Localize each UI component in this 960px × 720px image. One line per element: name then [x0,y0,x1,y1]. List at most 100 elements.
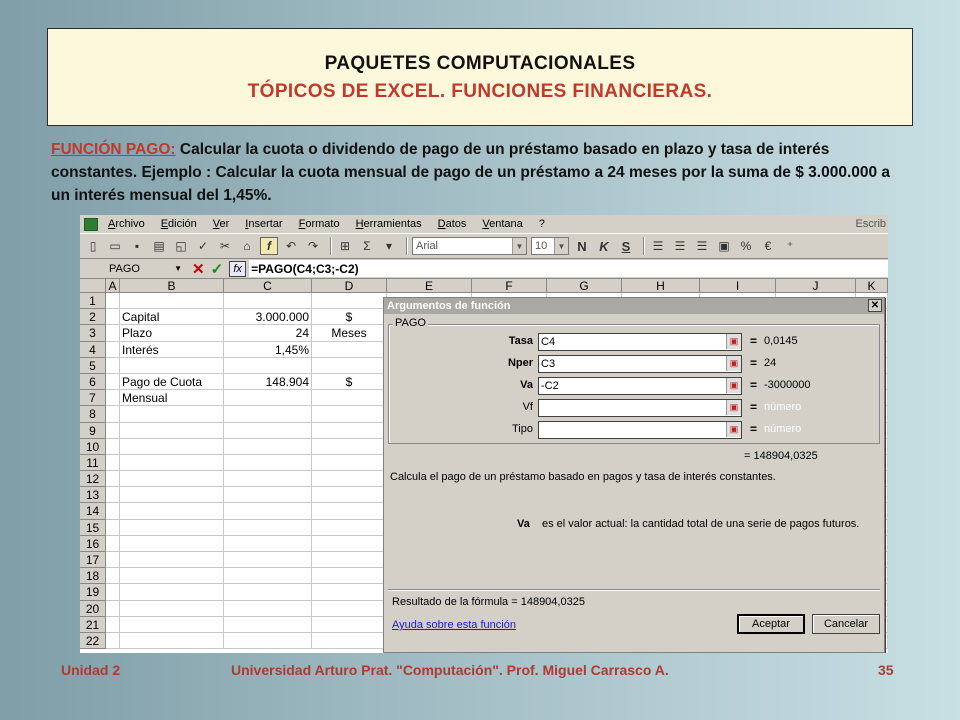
row-header[interactable]: 7 [80,390,106,407]
column-header[interactable]: B [120,279,224,293]
cell-c21[interactable] [224,616,312,633]
cell-b18[interactable] [120,568,224,585]
nper-input[interactable]: C3 [538,355,742,373]
cell-a21[interactable] [106,616,120,633]
column-header[interactable]: K [856,279,888,293]
menu-ver[interactable]: Ver [213,218,230,230]
row-header[interactable]: 12 [80,471,106,488]
range-picker-icon[interactable]: ▣ [726,334,741,349]
cell-a19[interactable] [106,584,120,601]
sort-icon[interactable]: ▾ [380,237,398,255]
cell-c10[interactable] [224,438,312,455]
format-painter-icon[interactable]: ⌂ [238,237,256,255]
cell-d7[interactable] [312,390,387,407]
help-link[interactable]: Ayuda sobre esta función [392,619,516,631]
cancel-button[interactable]: Cancelar [812,614,880,634]
cell-b21[interactable] [120,616,224,633]
menu-formato[interactable]: Formato [299,218,340,230]
percent-icon[interactable]: % [737,237,755,255]
cell-c20[interactable] [224,600,312,617]
cell-b7[interactable]: Mensual [120,390,224,407]
cell-d4[interactable] [312,341,387,358]
range-picker-icon[interactable]: ▣ [726,356,741,371]
row-header[interactable]: 16 [80,535,106,552]
cell-b15[interactable] [120,519,224,536]
menu-ventana[interactable]: Ventana [482,218,522,230]
chevron-down-icon[interactable]: ▼ [174,264,182,273]
cell-b5[interactable] [120,357,224,374]
merge-center-icon[interactable]: ▣ [715,237,733,255]
menu-help[interactable]: ? [539,218,545,230]
column-header[interactable]: J [776,279,856,293]
cell-b9[interactable] [120,422,224,439]
cell-a22[interactable] [106,632,120,650]
cell-a10[interactable] [106,438,120,455]
cell-d20[interactable] [312,600,387,617]
autosum-icon[interactable]: Σ [358,237,376,255]
row-header[interactable]: 2 [80,309,106,326]
cell-a20[interactable] [106,600,120,617]
row-header[interactable]: 5 [80,357,106,374]
row-header[interactable]: 19 [80,584,106,601]
underline-button[interactable]: S [617,237,635,255]
row-header[interactable]: 20 [80,600,106,617]
cell-c15[interactable] [224,519,312,536]
cell-b8[interactable] [120,406,224,423]
cell-a2[interactable] [106,309,120,326]
cell-c1[interactable] [224,293,312,310]
cell-d1[interactable] [312,293,387,310]
cell-d15[interactable] [312,519,387,536]
cell-d17[interactable] [312,552,387,569]
select-all-corner[interactable] [80,279,106,293]
column-header[interactable]: F [472,279,547,293]
vf-input[interactable] [538,399,742,417]
cell-a7[interactable] [106,390,120,407]
cell-a5[interactable] [106,357,120,374]
font-size-select[interactable]: 10 ▼ [531,237,569,255]
new-icon[interactable]: ▯ [84,237,102,255]
column-header[interactable]: C [224,279,312,293]
row-header[interactable]: 8 [80,406,106,423]
cell-a14[interactable] [106,503,120,520]
cell-b6[interactable]: Pago de Cuota [120,373,224,391]
cell-a13[interactable] [106,487,120,504]
cell-a6[interactable] [106,373,120,391]
cell-c3[interactable]: 24 [224,325,312,342]
cell-c5[interactable] [224,357,312,374]
menu-datos[interactable]: Datos [438,218,467,230]
range-picker-icon[interactable]: ▣ [726,400,741,415]
range-picker-icon[interactable]: ▣ [726,422,741,437]
increase-decimal-icon[interactable]: ⁺ [781,237,799,255]
cell-d10[interactable] [312,438,387,455]
cut-icon[interactable]: ✂ [216,237,234,255]
range-picker-icon[interactable]: ▣ [726,378,741,393]
cell-a4[interactable] [106,341,120,358]
column-header[interactable]: A [106,279,120,293]
column-header[interactable]: H [622,279,700,293]
hyperlink-icon[interactable]: ⊞ [336,237,354,255]
cell-a17[interactable] [106,552,120,569]
cell-a12[interactable] [106,471,120,488]
cell-d11[interactable] [312,454,387,472]
cell-b22[interactable] [120,632,224,650]
menu-archivo[interactable]: Archivo [108,218,145,230]
enter-icon[interactable]: ✓ [211,260,224,278]
open-icon[interactable]: ▭ [106,237,124,255]
cell-d16[interactable] [312,535,387,552]
menu-insertar[interactable]: Insertar [245,218,282,230]
cell-c17[interactable] [224,552,312,569]
save-icon[interactable]: ▪ [128,237,146,255]
bold-button[interactable]: N [573,237,591,255]
column-header[interactable]: D [312,279,387,293]
redo-icon[interactable]: ↷ [304,237,322,255]
cell-c19[interactable] [224,584,312,601]
row-header[interactable]: 4 [80,341,106,358]
help-search-hint[interactable]: Escrib [855,218,886,230]
undo-icon[interactable]: ↶ [282,237,300,255]
formula-input[interactable]: =PAGO(C4;C3;-C2) [249,260,888,277]
cell-b1[interactable] [120,293,224,310]
spelling-icon[interactable]: ✓ [194,237,212,255]
workbook-icon[interactable] [84,217,98,231]
cell-b16[interactable] [120,535,224,552]
cell-c4[interactable]: 1,45% [224,341,312,358]
